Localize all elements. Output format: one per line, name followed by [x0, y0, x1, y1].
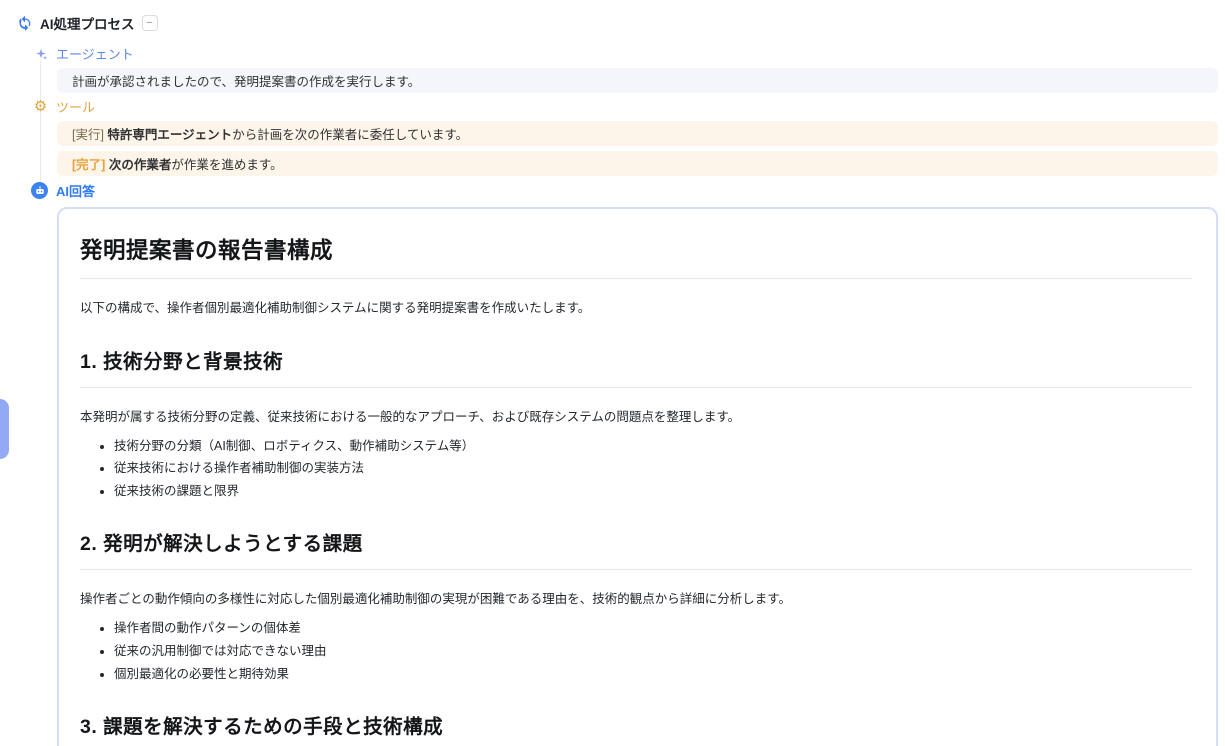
step-ai-answer: AI回答: [31, 181, 95, 200]
list-item: 操作者間の動作パターンの個体差: [114, 620, 1192, 637]
status-done-tag: [完了]: [72, 158, 109, 172]
section-1-bullet-list: 技術分野の分類（AI制御、ロボティクス、動作補助システム等） 従来技術における操…: [80, 438, 1192, 501]
timeline-connector: [40, 60, 41, 186]
step-ai-answer-label: AI回答: [56, 181, 95, 200]
section-1-heading: 1. 技術分野と背景技術: [80, 345, 1192, 374]
tool-message-rest: から計画を次の作業者に委任しています。: [232, 128, 468, 142]
list-item: 従来技術における操作者補助制御の実装方法: [114, 460, 1192, 477]
divider: [80, 278, 1192, 279]
list-item: 技術分野の分類（AI制御、ロボティクス、動作補助システム等）: [114, 438, 1192, 455]
collapse-button[interactable]: −: [142, 15, 158, 31]
gear-icon: ⚙: [33, 99, 48, 114]
section-2-heading: 2. 発明が解決しようとする課題: [80, 527, 1192, 556]
agent-message: 計画が承認されましたので、発明提案書の作成を実行します。: [57, 68, 1218, 93]
section-2-bullet-list: 操作者間の動作パターンの個体差 従来の汎用制御では対応できない理由 個別最適化の…: [80, 620, 1192, 683]
section-1-description: 本発明が属する技術分野の定義、従来技術における一般的なアプローチ、および既存シス…: [80, 408, 1192, 427]
sparkles-icon: [33, 46, 48, 61]
section-2-description: 操作者ごとの動作傾向の多様性に対応した個別最適化補助制御の実現が困難である理由を…: [80, 590, 1192, 609]
divider: [80, 569, 1192, 570]
tool-message: [完了] 次の作業者が作業を進めます。: [57, 151, 1218, 176]
section-3-heading: 3. 課題を解決するための手段と技術構成: [80, 710, 1192, 739]
divider: [80, 387, 1192, 388]
tool-message-bold: 次の作業者: [109, 158, 172, 172]
process-title: AI処理プロセス: [40, 13, 135, 33]
list-item: 従来技術の課題と限界: [114, 483, 1192, 500]
sync-icon: [17, 15, 33, 31]
step-tool: ⚙ ツール: [33, 97, 95, 116]
list-item: 従来の汎用制御では対応できない理由: [114, 643, 1192, 660]
step-agent: エージェント: [33, 44, 134, 63]
robot-icon: [31, 182, 48, 199]
status-exec-tag: [実行]: [72, 128, 107, 142]
document-title: 発明提案書の報告書構成: [80, 233, 1192, 265]
process-header: AI処理プロセス −: [17, 13, 158, 33]
step-agent-label: エージェント: [56, 44, 134, 63]
drawer-handle[interactable]: [0, 399, 9, 459]
ai-answer-card: 発明提案書の報告書構成 以下の構成で、操作者個別最適化補助制御システムに関する発…: [57, 207, 1218, 746]
step-tool-label: ツール: [56, 97, 95, 116]
agent-message-text: 計画が承認されましたので、発明提案書の作成を実行します。: [72, 71, 420, 90]
tool-message: [実行] 特許専門エージェントから計画を次の作業者に委任しています。: [57, 121, 1218, 146]
document-intro: 以下の構成で、操作者個別最適化補助制御システムに関する発明提案書を作成いたします…: [80, 299, 1192, 318]
tool-message-bold: 特許専門エージェント: [107, 128, 232, 142]
tool-message-rest: が作業を進めます。: [171, 158, 282, 172]
list-item: 個別最適化の必要性と期待効果: [114, 666, 1192, 683]
